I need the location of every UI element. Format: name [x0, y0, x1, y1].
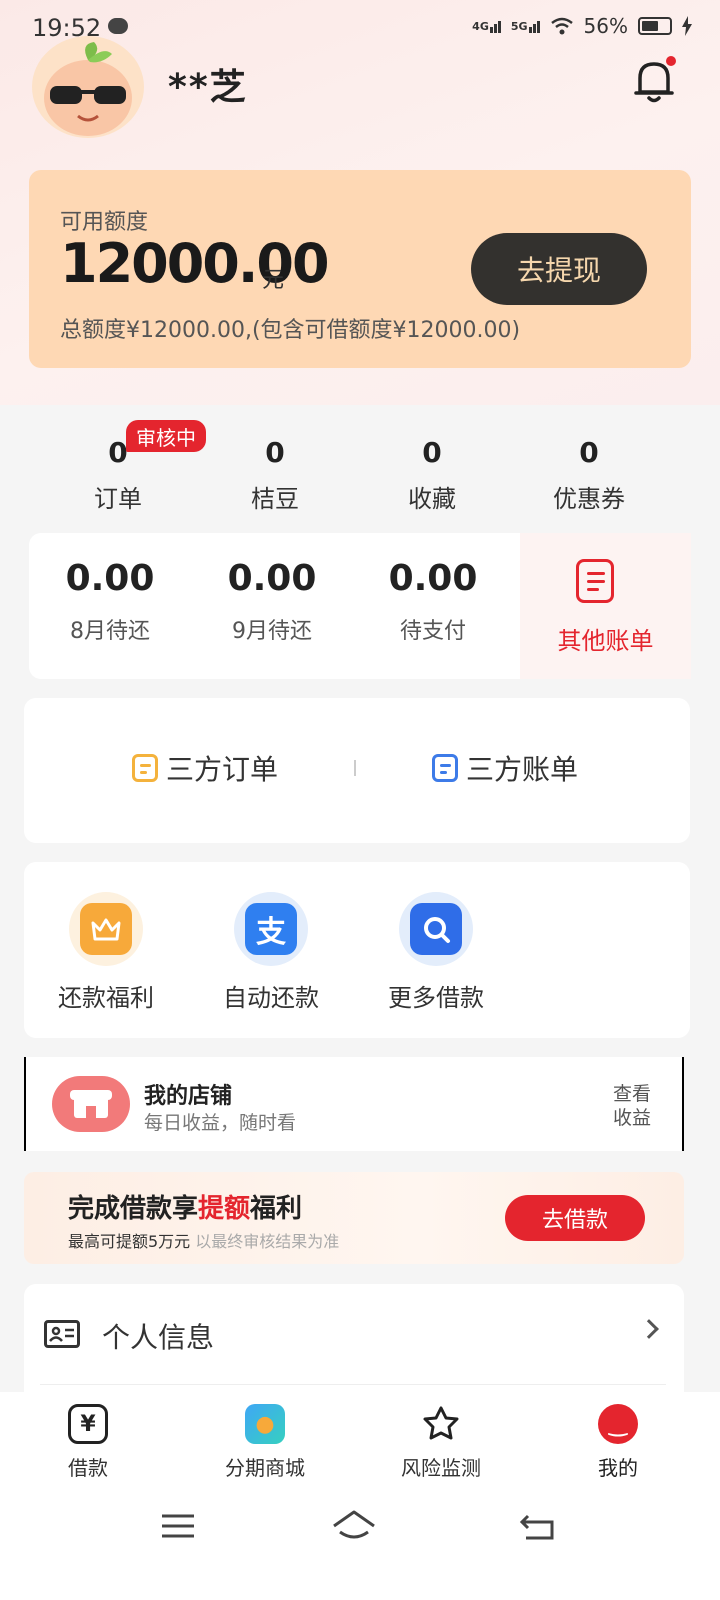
notification-dot [666, 56, 676, 66]
menu-icon[interactable] [158, 1508, 198, 1544]
bill-amount: 0.00 [388, 558, 478, 599]
divider [354, 760, 356, 776]
service-more-loans[interactable]: 更多借款 [366, 892, 506, 1013]
username: **芝 [168, 67, 248, 108]
personal-info-label: 个人信息 [102, 1321, 215, 1354]
credit-unit: 元 [262, 268, 285, 293]
promo-title: 完成借款享提额福利 [68, 1194, 303, 1224]
service-repay-benefits[interactable]: 还款福利 [36, 892, 176, 1013]
bill-label: 待支付 [399, 619, 466, 644]
document-icon [432, 754, 458, 782]
crown-icon [69, 892, 143, 966]
stat-value: 0 [265, 436, 285, 469]
wifi-icon [550, 17, 573, 35]
divider [40, 1384, 666, 1385]
bill-label: 9月待还 [232, 619, 312, 644]
battery-icon [638, 17, 672, 35]
nav-mall[interactable]: ● 分期商城 [205, 1404, 325, 1481]
nav-label: 分期商城 [225, 1456, 305, 1480]
alipay-icon: 支 [234, 892, 308, 966]
document-icon [132, 754, 158, 782]
service-label: 自动还款 [223, 984, 319, 1012]
service-label: 更多借款 [388, 984, 484, 1012]
stat-label: 桔豆 [251, 485, 299, 513]
third-party-orders-label: 三方订单 [166, 753, 279, 786]
bill-amount: 0.00 [227, 558, 317, 599]
search-icon [399, 892, 473, 966]
receipt-icon [576, 559, 614, 603]
stat-value: 0 [422, 436, 442, 469]
nav-risk-monitor[interactable]: 风险监测 [381, 1404, 501, 1481]
view-earnings-link[interactable]: 查看收益 [608, 1082, 656, 1130]
service-auto-repay[interactable]: 支 自动还款 [201, 892, 341, 1013]
back-icon[interactable] [518, 1508, 558, 1544]
nav-loan[interactable]: ¥ 借款 [28, 1404, 148, 1481]
shield-star-icon [421, 1404, 461, 1444]
other-bills-label: 其他账单 [557, 627, 654, 655]
mall-icon: ● [245, 1404, 285, 1444]
credit-amount: 12000.00 [60, 232, 330, 295]
shop-title: 我的店铺 [144, 1084, 233, 1109]
bill-pending-payment[interactable]: 0.00 待支付 [353, 558, 513, 645]
me-icon: ‿ [598, 1404, 638, 1444]
bill-label: 8月待还 [70, 619, 150, 644]
stat-value: 0 [579, 436, 599, 469]
service-label: 还款福利 [58, 984, 154, 1012]
bill-september[interactable]: 0.00 9月待还 [192, 558, 352, 645]
credit-subtitle: 总额度¥12000.00,(包含可借额度¥12000.00) [60, 318, 521, 343]
battery-percent: 56% [583, 14, 628, 38]
promo-subtitle: 最高可提额5万元 以最终审核结果为准 [68, 1232, 340, 1251]
id-card-icon [44, 1320, 80, 1348]
chat-bubble-icon [108, 18, 128, 34]
other-bills-button[interactable]: 其他账单 [520, 533, 691, 679]
third-party-bills[interactable]: 三方账单 [432, 748, 578, 788]
third-party-card [24, 698, 690, 843]
stat-beans[interactable]: 0 桔豆 [205, 436, 345, 514]
nav-label: 借款 [68, 1456, 108, 1480]
third-party-bills-label: 三方账单 [466, 753, 579, 786]
bill-august[interactable]: 0.00 8月待还 [30, 558, 190, 645]
third-party-orders[interactable]: 三方订单 [132, 748, 278, 788]
stat-label: 优惠券 [553, 485, 625, 513]
shop-icon [52, 1076, 130, 1132]
shop-subtitle: 每日收益，随时看 [144, 1112, 297, 1134]
bill-amount: 0.00 [65, 558, 155, 599]
nav-label: 风险监测 [401, 1456, 481, 1480]
stat-favorites[interactable]: 0 收藏 [362, 436, 502, 514]
stat-coupons[interactable]: 0 优惠券 [519, 436, 659, 514]
status-indicators: 4G 5G 56% [472, 14, 692, 38]
signal-icon: 4G [472, 20, 501, 33]
stat-label: 订单 [94, 485, 142, 513]
home-icon[interactable] [330, 1508, 378, 1544]
status-badge: 审核中 [126, 420, 206, 452]
avatar[interactable] [32, 36, 144, 138]
signal-icon: 5G [511, 20, 540, 33]
nav-label: 我的 [598, 1456, 638, 1480]
yuan-icon: ¥ [68, 1404, 108, 1444]
stat-label: 收藏 [408, 485, 456, 513]
withdraw-button[interactable]: 去提现 [471, 233, 647, 305]
charging-icon [682, 16, 692, 36]
borrow-button[interactable]: 去借款 [505, 1195, 645, 1241]
nav-me[interactable]: ‿ 我的 [558, 1404, 678, 1481]
